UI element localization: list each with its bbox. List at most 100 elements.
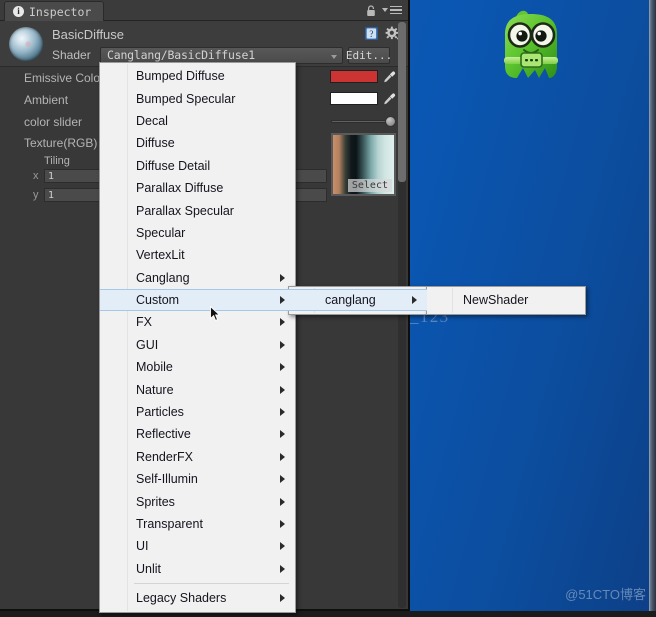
- chevron-right-icon: [280, 520, 285, 528]
- screen-root: http://blog.csdn.net/canglang_123 @51CTO…: [0, 0, 656, 617]
- inspector-scrollbar-thumb[interactable]: [398, 22, 406, 182]
- menu-item-label: Reflective: [136, 427, 191, 442]
- inspector-header-icons: ?: [364, 26, 400, 41]
- chevron-right-icon: [280, 475, 285, 484]
- submenu-item-canglang[interactable]: canglang: [289, 289, 427, 312]
- menu-item-label: Mobile: [136, 360, 173, 375]
- menu-item-parallax-diffuse[interactable]: Parallax Diffuse: [100, 177, 295, 199]
- menu-item-label: Bumped Diffuse: [136, 69, 225, 84]
- chevron-right-icon: [280, 497, 285, 506]
- menu-item-label: Decal: [136, 113, 168, 128]
- eyedropper-icon[interactable]: [383, 70, 396, 83]
- submenu-item-newshader[interactable]: NewShader: [427, 289, 585, 311]
- menu-item-label: FX: [136, 315, 152, 330]
- menu-item-particles[interactable]: Particles: [100, 401, 295, 423]
- menu-item-label: canglang: [325, 293, 376, 308]
- info-icon: i: [13, 6, 24, 17]
- chevron-right-icon: [280, 363, 285, 372]
- chevron-right-icon: [280, 430, 285, 439]
- shader-dropdown[interactable]: Canglang/BasicDiffuse1: [100, 46, 343, 64]
- color-slider-knob[interactable]: [385, 116, 396, 127]
- menu-item-label: Unlit: [136, 561, 162, 576]
- inspector-topbar: i Inspector: [0, 0, 408, 21]
- menu-item-parallax-specular[interactable]: Parallax Specular: [100, 199, 295, 221]
- menu-item-diffuse[interactable]: Diffuse: [100, 132, 295, 154]
- eyedropper-icon[interactable]: [383, 92, 396, 105]
- green-monster-mascot-icon: [495, 8, 567, 86]
- tab-inspector-label: Inspector: [29, 4, 92, 19]
- desktop-right-edge: [649, 0, 656, 617]
- menu-item-specular[interactable]: Specular: [100, 222, 295, 244]
- menu-item-label: Specular: [136, 225, 186, 240]
- menu-item-gui[interactable]: GUI: [100, 334, 295, 356]
- menu-item-label: Custom: [136, 293, 180, 308]
- menu-item-nature[interactable]: Nature: [100, 378, 295, 400]
- tiling-y-label: y: [33, 189, 39, 201]
- property-label-ambient: Ambient: [24, 93, 69, 107]
- chevron-right-icon: [280, 296, 285, 305]
- menu-item-reflective[interactable]: Reflective: [100, 423, 295, 445]
- canglang-submenu-item-list: NewShader: [427, 289, 585, 311]
- property-label-emissive-color: Emissive Colo: [24, 71, 101, 85]
- menu-item-bumped-specular[interactable]: Bumped Specular: [100, 87, 295, 109]
- chevron-right-icon: [280, 318, 285, 327]
- menu-item-label: Parallax Specular: [136, 203, 234, 218]
- ambient-color-swatch[interactable]: [330, 92, 378, 105]
- lock-icon[interactable]: [366, 4, 376, 16]
- menu-item-vertexlit[interactable]: VertexLit: [100, 244, 295, 266]
- menu-item-decal[interactable]: Decal: [100, 110, 295, 132]
- chevron-right-icon: [280, 594, 285, 603]
- color-slider-track[interactable]: [331, 120, 391, 123]
- menu-item-label: Transparent: [136, 517, 203, 531]
- shader-dropdown-menu: Bumped Diffuse Bumped Specular Decal Diffus…: [99, 62, 296, 614]
- menu-item-label: Legacy Shaders: [136, 591, 227, 606]
- tab-inspector[interactable]: i Inspector: [4, 1, 105, 21]
- menu-item-label: Diffuse: [136, 136, 175, 151]
- edit-shader-button[interactable]: Edit...: [346, 46, 392, 64]
- menu-item-label: Parallax Diffuse: [136, 181, 224, 196]
- canglang-submenu: NewShader: [426, 286, 586, 316]
- menu-item-mobile[interactable]: Mobile: [100, 356, 295, 378]
- menu-item-label: Nature: [136, 382, 174, 397]
- property-label-texture-rgb: Texture(RGB): [24, 136, 98, 150]
- menu-item-label: RenderFX: [136, 449, 193, 464]
- menu-item-label: Sprites: [136, 494, 175, 509]
- chevron-right-icon: [280, 542, 285, 551]
- hamburger-menu-icon[interactable]: [382, 5, 402, 15]
- menu-item-self-illumin[interactable]: Self-Illumin: [100, 468, 295, 490]
- menu-item-legacy-shaders[interactable]: Legacy Shaders: [100, 587, 295, 609]
- shader-dropdown-value: Canglang/BasicDiffuse1: [107, 48, 255, 62]
- chevron-right-icon: [280, 408, 285, 417]
- menu-item-sprites[interactable]: Sprites: [100, 490, 295, 512]
- emissive-color-swatch[interactable]: [330, 70, 378, 83]
- texture-preview[interactable]: Select: [331, 133, 396, 196]
- help-book-icon[interactable]: ?: [364, 26, 379, 41]
- menu-item-unlit[interactable]: Unlit: [100, 558, 295, 580]
- shader-label: Shader: [52, 48, 91, 62]
- custom-submenu: canglang: [288, 286, 428, 316]
- menu-item-canglang[interactable]: Canglang: [100, 267, 295, 289]
- menu-separator: [134, 582, 289, 584]
- menu-item-label: NewShader: [463, 293, 529, 308]
- menu-item-label: UI: [136, 539, 149, 554]
- menu-item-label: VertexLit: [136, 248, 185, 263]
- texture-select-button[interactable]: Select: [347, 179, 392, 192]
- menu-item-label: Bumped Specular: [136, 91, 236, 106]
- chevron-right-icon: [412, 296, 417, 305]
- tiling-label: Tiling: [44, 155, 70, 167]
- chevron-right-icon: [280, 273, 285, 282]
- menu-item-label: GUI: [136, 337, 159, 352]
- menu-item-fx[interactable]: FX: [100, 311, 295, 333]
- menu-item-bumped-diffuse[interactable]: Bumped Diffuse: [100, 65, 295, 87]
- inspector-top-icons: [366, 4, 402, 16]
- menu-item-renderfx[interactable]: RenderFX: [100, 446, 295, 468]
- menu-item-label: Diffuse Detail: [136, 158, 211, 173]
- custom-submenu-item-list: canglang: [289, 289, 427, 312]
- menu-item-diffuse-detail[interactable]: Diffuse Detail: [100, 155, 295, 177]
- menu-item-ui[interactable]: UI: [100, 535, 295, 557]
- menu-item-transparent[interactable]: Transparent: [100, 513, 295, 535]
- menu-footer-list: Legacy Shaders: [100, 587, 295, 609]
- chevron-right-icon: [280, 385, 285, 394]
- menu-item-custom[interactable]: Custom: [100, 288, 295, 312]
- mouse-cursor: [210, 305, 221, 322]
